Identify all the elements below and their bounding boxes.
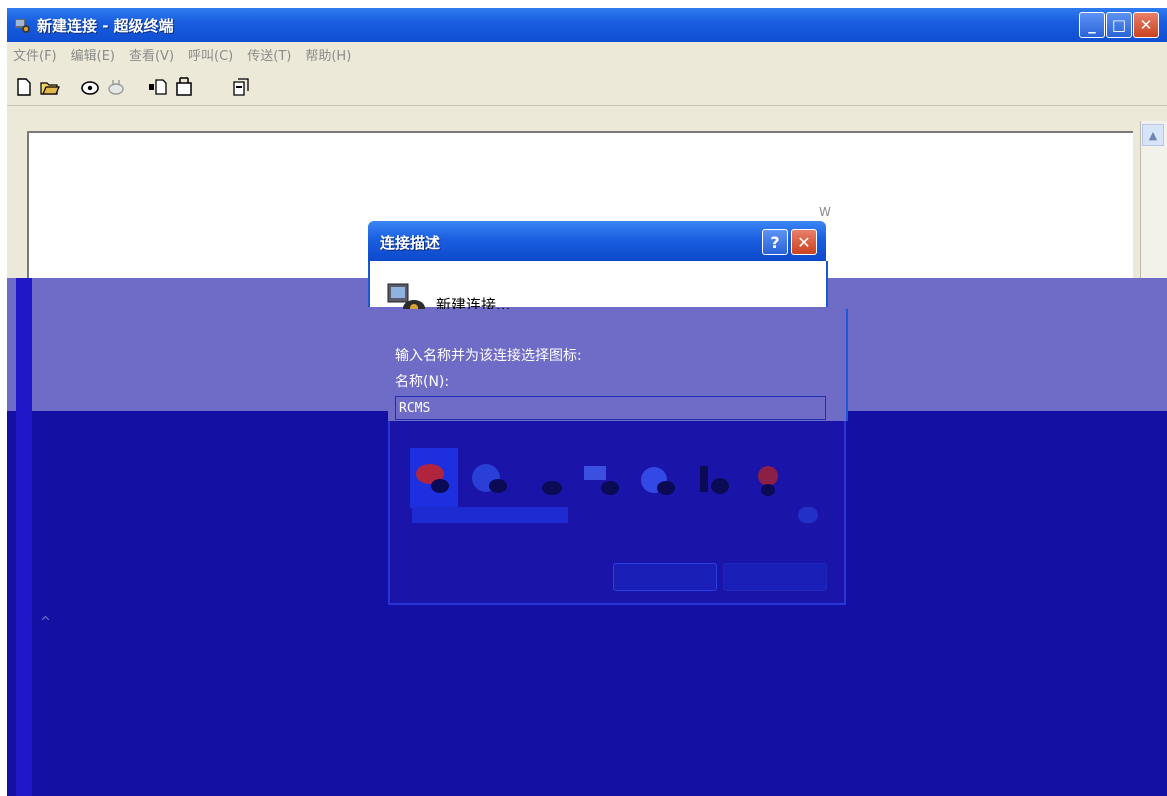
help-button[interactable]: ? — [762, 229, 788, 255]
name-prompt: 输入名称并为该连接选择图标: — [395, 348, 582, 364]
menu-call[interactable]: 呼叫(C) — [188, 45, 233, 64]
new-icon[interactable] — [14, 77, 34, 97]
title-bar[interactable]: 新建连接 - 超级终端 _ □ ✕ — [7, 8, 1167, 42]
call-icon[interactable] — [80, 77, 100, 97]
scroll-up-arrow-icon[interactable]: ▲ — [1142, 124, 1164, 146]
icon-scrollbar[interactable] — [412, 507, 568, 523]
connection-icon-option[interactable] — [522, 448, 570, 508]
scroll-right-arrow-icon[interactable] — [798, 507, 818, 523]
menu-file[interactable]: 文件(F) — [13, 45, 57, 64]
stray-text: W — [819, 205, 831, 219]
name-label: 名称(N): — [395, 374, 450, 390]
name-input[interactable] — [395, 396, 826, 420]
minimize-button[interactable]: _ — [1079, 12, 1105, 38]
disconnect-icon[interactable] — [106, 77, 126, 97]
ok-button[interactable] — [613, 563, 717, 591]
connection-icon-option[interactable] — [690, 448, 738, 508]
hyperterminal-icon — [15, 19, 30, 33]
connection-icon-option[interactable] — [634, 448, 682, 508]
menu-bar: 文件(F) 编辑(E) 查看(V) 呼叫(C) 传送(T) 帮助(H) — [7, 42, 1167, 66]
dialog-title-bar[interactable]: 连接描述 ? ✕ — [368, 221, 826, 261]
connection-icon-option[interactable] — [410, 448, 458, 508]
connection-icon-option[interactable] — [466, 448, 514, 508]
maximize-button[interactable]: □ — [1106, 12, 1132, 38]
open-icon[interactable] — [40, 77, 60, 97]
send-icon[interactable] — [148, 77, 168, 97]
menu-view[interactable]: 查看(V) — [129, 45, 174, 64]
toolbar — [7, 66, 1167, 106]
main-window: 新建连接 - 超级终端 _ □ ✕ 文件(F) 编辑(E) 查看(V) 呼叫(C… — [7, 8, 1167, 796]
window-left-edge — [16, 278, 32, 796]
cancel-button[interactable] — [723, 563, 827, 591]
menu-help[interactable]: 帮助(H) — [305, 45, 351, 64]
close-button[interactable]: ✕ — [1133, 12, 1159, 38]
menu-edit[interactable]: 编辑(E) — [71, 45, 115, 64]
menu-transfer[interactable]: 传送(T) — [247, 45, 291, 64]
dialog-title: 连接描述 — [380, 234, 441, 252]
window-title: 新建连接 - 超级终端 — [37, 17, 174, 35]
connection-icon-option[interactable] — [746, 448, 794, 508]
dialog-close-button[interactable]: ✕ — [791, 229, 817, 255]
properties-icon[interactable] — [231, 77, 251, 97]
connection-description-dialog: 连接描述 ? ✕ 新建连接... 输入名称并为该连接选择图标: 名称(N): — [368, 221, 848, 605]
connection-icon-option[interactable] — [578, 448, 626, 508]
stray-caret: ^ — [40, 615, 51, 630]
receive-icon[interactable] — [174, 77, 194, 97]
